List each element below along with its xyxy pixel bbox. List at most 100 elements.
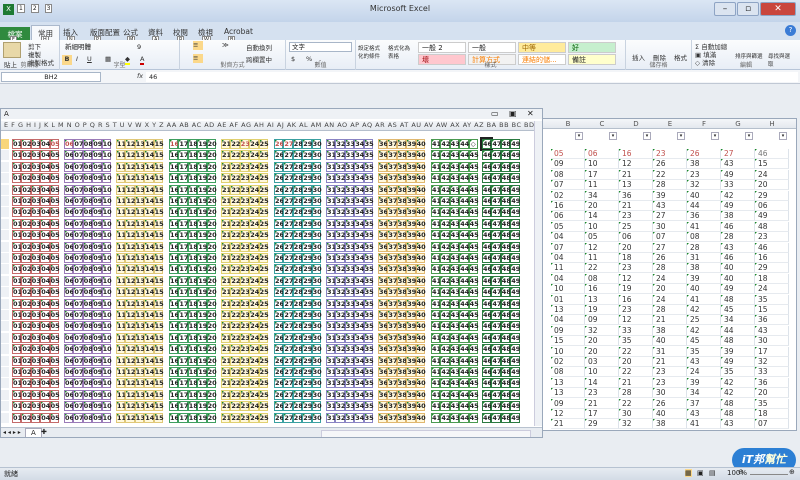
- grid-cell[interactable]: 08: [82, 332, 93, 343]
- grid-cell[interactable]: 45: [468, 207, 479, 218]
- grid-cell[interactable]: 28: [292, 184, 303, 195]
- grid-cell[interactable]: 14: [144, 253, 154, 263]
- grid-cell[interactable]: 39: [406, 173, 416, 184]
- data-cell[interactable]: 04: [551, 253, 585, 263]
- data-cell[interactable]: 46: [755, 149, 789, 159]
- grid-cell[interactable]: 31: [326, 298, 336, 309]
- grid-cell[interactable]: 13: [134, 287, 145, 298]
- grid-cell[interactable]: 32: [335, 412, 345, 423]
- grid-cell[interactable]: 34: [354, 412, 364, 423]
- grid-cell[interactable]: 13: [134, 298, 145, 309]
- data-cell[interactable]: 04: [551, 315, 585, 326]
- grid-cell[interactable]: 06: [64, 355, 74, 366]
- grid-cell[interactable]: 21: [221, 367, 231, 377]
- grid-cell[interactable]: 37: [387, 378, 397, 389]
- grid-cell[interactable]: 47: [491, 287, 501, 298]
- data-cell[interactable]: 09: [551, 325, 585, 336]
- grid-cell[interactable]: 40: [415, 355, 426, 366]
- grid-cell[interactable]: 06: [64, 218, 74, 229]
- grid-cell[interactable]: 41: [431, 401, 441, 412]
- grid-cell[interactable]: 48: [500, 344, 511, 355]
- data-cell[interactable]: 12: [585, 242, 619, 253]
- grid-cell[interactable]: 24: [249, 253, 259, 263]
- grid-cell[interactable]: 01: [12, 367, 22, 377]
- grid-cell[interactable]: 18: [187, 230, 198, 241]
- grid-cell[interactable]: 11: [116, 310, 126, 320]
- grid-cell[interactable]: 30: [311, 275, 322, 286]
- data-cell[interactable]: 40: [721, 263, 755, 274]
- data-cell[interactable]: 07: [551, 242, 585, 253]
- grid-cell[interactable]: 22: [230, 378, 240, 389]
- grid-cell[interactable]: 43: [449, 355, 460, 366]
- grid-cell[interactable]: 12: [125, 287, 135, 298]
- grid-cell[interactable]: 07: [73, 253, 83, 263]
- grid-cell[interactable]: 46: [482, 264, 492, 275]
- grid-cell[interactable]: 26: [274, 139, 284, 149]
- grid-cell[interactable]: 08: [82, 253, 93, 263]
- grid-cell[interactable]: 28: [292, 412, 303, 423]
- grid-cell[interactable]: 19: [197, 139, 207, 149]
- grid-cell[interactable]: 03: [30, 367, 41, 377]
- grid-cell[interactable]: 32: [335, 173, 345, 184]
- wrap-text-button[interactable]: 自動換列: [246, 42, 272, 52]
- data-cell[interactable]: 08: [687, 232, 721, 243]
- grid-cell[interactable]: 45: [468, 332, 479, 343]
- grid-cell[interactable]: 36: [378, 241, 388, 252]
- grid-cell[interactable]: 08: [82, 196, 93, 206]
- grid-cell[interactable]: 16: [169, 310, 179, 320]
- grid-cell[interactable]: 22: [230, 139, 240, 149]
- cell-style-3[interactable]: 好: [568, 42, 616, 53]
- data-cell[interactable]: 40: [653, 336, 687, 347]
- data-cell[interactable]: 39: [653, 190, 687, 201]
- grid-cell[interactable]: 19: [197, 401, 207, 412]
- grid-cell[interactable]: 38: [396, 332, 407, 343]
- data-cell[interactable]: 36: [619, 190, 653, 201]
- grid-cell[interactable]: 49: [510, 139, 520, 149]
- data-cell[interactable]: 23: [619, 211, 653, 222]
- grid-cell[interactable]: 09: [92, 401, 102, 412]
- grid-cell[interactable]: 33: [344, 218, 355, 229]
- grid-cell[interactable]: 29: [302, 264, 312, 275]
- row-header[interactable]: [1, 241, 9, 252]
- grid-cell[interactable]: 34: [354, 378, 364, 389]
- grid-cell[interactable]: 23: [239, 412, 250, 423]
- data-cell[interactable]: 29: [585, 419, 619, 430]
- grid-cell[interactable]: 14: [144, 367, 154, 377]
- grid-cell[interactable]: 30: [311, 332, 322, 343]
- grid-cell[interactable]: 06: [64, 344, 74, 355]
- grid-cell[interactable]: 03: [30, 218, 41, 229]
- grid-cell[interactable]: 35: [363, 207, 374, 218]
- grid-cell[interactable]: 37: [387, 173, 397, 184]
- grid-cell[interactable]: 32: [335, 230, 345, 241]
- grid-cell[interactable]: 14: [144, 218, 154, 229]
- grid-cell[interactable]: 41: [431, 321, 441, 332]
- grid-cell[interactable]: 42: [440, 207, 450, 218]
- grid-cell[interactable]: 32: [335, 310, 345, 320]
- grid-cell[interactable]: 05: [49, 207, 60, 218]
- insert-sheet-icon[interactable]: ✚: [41, 428, 47, 436]
- grid-cell[interactable]: 22: [230, 355, 240, 366]
- grid-cell[interactable]: 46: [482, 321, 492, 332]
- grid-cell[interactable]: 04: [40, 310, 50, 320]
- grid-cell[interactable]: 07: [73, 355, 83, 366]
- grid-cell[interactable]: 22: [230, 241, 240, 252]
- grid-cell[interactable]: 22: [230, 310, 240, 320]
- grid-cell[interactable]: 11: [116, 196, 126, 206]
- column-header-D[interactable]: D: [619, 120, 653, 128]
- grid-cell[interactable]: 05: [49, 150, 60, 161]
- grid-cell[interactable]: 27: [283, 150, 293, 161]
- grid-cell[interactable]: 18: [187, 139, 198, 149]
- grid-cell[interactable]: 31: [326, 139, 336, 149]
- grid-cell[interactable]: 44: [459, 412, 469, 423]
- grid-cell[interactable]: 15: [153, 241, 164, 252]
- grid-cell[interactable]: 31: [326, 184, 336, 195]
- grid-cell[interactable]: 40: [415, 150, 426, 161]
- grid-cell[interactable]: 43: [449, 230, 460, 241]
- grid-cell[interactable]: 42: [440, 412, 450, 423]
- grid-cell[interactable]: 18: [187, 378, 198, 389]
- grid-cell[interactable]: 11: [116, 321, 126, 332]
- grid-cell[interactable]: 30: [311, 412, 322, 423]
- grid-cell[interactable]: 07: [73, 332, 83, 343]
- grid-cell[interactable]: 38: [396, 378, 407, 389]
- grid-cell[interactable]: 10: [101, 241, 112, 252]
